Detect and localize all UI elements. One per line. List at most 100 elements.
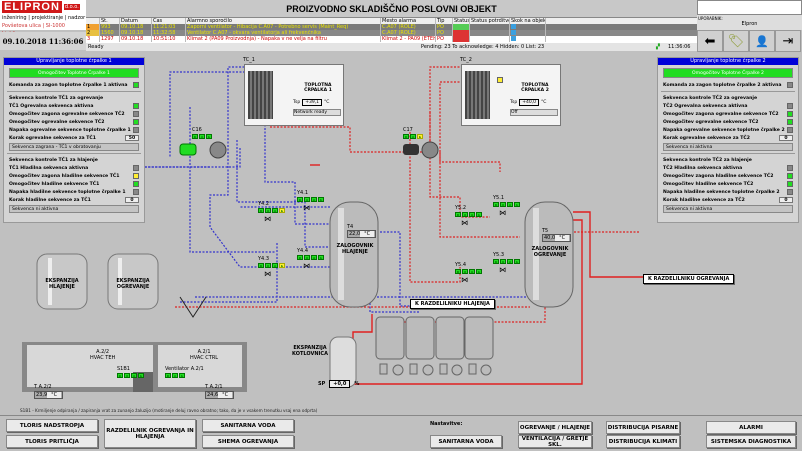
tc2-tsp-label: Tsp xyxy=(510,100,518,105)
row-label: Omogočitev hladilne sekvence TČ2 xyxy=(663,181,754,187)
link-to-cooling-distributor[interactable]: K RAZDELILNIKU HLAJENJA xyxy=(410,299,495,309)
alarm-status-icon xyxy=(453,36,470,42)
logout-button[interactable]: ⇥ xyxy=(775,30,801,52)
back-button[interactable]: ⬅ xyxy=(697,30,723,52)
tc1-tsp-label: Tsp xyxy=(293,100,301,105)
nav-shema-ogrevanja[interactable]: SHEMA OGREVANJA xyxy=(202,435,294,448)
nav-alarmi[interactable]: ALARMI xyxy=(706,421,796,434)
valve-icon[interactable]: ⋈ xyxy=(461,219,468,227)
settings-ogrevanje-hlajenje[interactable]: OGREVANJE / HLAJENJE xyxy=(518,421,592,434)
row-label: Komanda za zagon toplotne črpalke 1 akti… xyxy=(9,82,128,88)
status-flag: A xyxy=(311,255,317,260)
valve-y41-label: Y4.1 xyxy=(297,190,309,196)
nav-sanitarna-voda[interactable]: SANITARNA VODA xyxy=(202,419,294,432)
status-flag: A xyxy=(272,208,278,213)
link-to-heating-distributor[interactable]: K RAZDELILNIKU OGREVANJA xyxy=(643,274,735,284)
status-led xyxy=(133,165,139,171)
valve-y44-label: Y4.4 xyxy=(297,248,309,254)
alarm-place: Klimat 2 - PA09 (ETEH) xyxy=(382,36,436,42)
heat-pump-2[interactable]: TOPLOTNA ČRPALKA 2 Tsp +40,0 °C Off xyxy=(461,64,561,126)
enable-heat-pump-button[interactable]: Omogočitev Toplotne Črpalke 2 xyxy=(663,68,793,78)
valve-y51-label: Y5.1 xyxy=(493,195,505,201)
valve-y42-label: Y4.2 xyxy=(258,201,270,207)
settings-distribucija-pisarne[interactable]: DISTRIBUCIJA PISARNE xyxy=(606,421,680,434)
user-settings-button[interactable]: 👤 xyxy=(749,30,775,52)
row-label: Komanda za zagon toplotne črpalke 2 akti… xyxy=(663,82,782,88)
status-flag: A xyxy=(507,259,513,264)
valve-y44-status[interactable]: D0Ab xyxy=(297,255,325,260)
status-flag: 0 xyxy=(500,202,506,207)
cooling-step-value: 0 xyxy=(125,197,139,203)
valve-icon[interactable]: ⋈ xyxy=(303,262,310,270)
settings-sanitarna-voda[interactable]: SANITARNA VODA xyxy=(430,435,502,448)
ready-text: Ready xyxy=(88,44,104,50)
valve-icon[interactable]: ⋈ xyxy=(264,270,271,278)
status-flag: D xyxy=(493,202,499,207)
valve-icon[interactable]: ⋈ xyxy=(461,276,468,284)
jump-icon[interactable] xyxy=(511,24,516,29)
pump-c17-motor xyxy=(403,144,419,155)
valve-icon[interactable]: ⋈ xyxy=(499,266,506,274)
fan-grille xyxy=(248,71,273,119)
sequence-status-row: Napaka hladilne sekvence toplotne črpalk… xyxy=(4,188,144,196)
alarm-idx: 3 xyxy=(86,36,100,42)
row-label: TČ2 Ogrevalna sekvenca aktivna xyxy=(663,103,748,109)
alarm-table[interactable]: Št. Datum Čas Alarmno sporočilo Mesto al… xyxy=(86,18,697,43)
sequence-status-row: Napaka hladilne sekvence toplotne črpalk… xyxy=(658,188,798,196)
enable-heat-pump-button[interactable]: Omogočitev Toplotne Črpalke 1 xyxy=(9,68,139,78)
sequence-status-row: Omogočitev hladilne sekvence TČ1 xyxy=(4,180,144,188)
valve-y53-status[interactable]: D0Ab xyxy=(493,259,521,264)
heat-pump-1-control-panel: Upravljanje toplotne črpalke 1 Omogočite… xyxy=(3,57,145,223)
ta22-unit: °C xyxy=(47,392,62,398)
status-flag: A xyxy=(507,202,513,207)
t4-name: ZALOGOVNIK HLAJENJE xyxy=(336,243,374,255)
sequence-status-row: Napaka ogrevalne sekvence toplotne črpal… xyxy=(658,126,798,134)
boilers xyxy=(375,316,494,376)
jump-icon[interactable] xyxy=(511,36,516,41)
valve-y42-status[interactable]: D0Ab xyxy=(258,208,286,213)
sequence-status-row: Omogočitev zagona hladilne sekvence TČ1 xyxy=(4,172,144,180)
pump-c16-motor xyxy=(179,143,197,156)
status-flag: D xyxy=(258,263,264,268)
valve-y51-status[interactable]: D0Ab xyxy=(493,202,521,207)
valve-icon[interactable]: ⋈ xyxy=(499,209,506,217)
alarm-row[interactable]: 3 1297 09.10.18 10:51:10 Klimat 2 (PA09 … xyxy=(86,36,697,42)
tc2-unit: °C xyxy=(541,100,547,105)
sequence-status-row: TČ1 Hladilna sekvenca aktivna xyxy=(4,164,144,172)
user-settings-icon: 👤 xyxy=(755,34,769,48)
valve-y54-status[interactable]: D0Ab xyxy=(455,269,483,274)
valve-y52-status[interactable]: D0Ab xyxy=(455,212,483,217)
status-flag: b xyxy=(279,263,285,268)
pump-c16 xyxy=(209,141,227,159)
tc2-warning-led xyxy=(497,77,503,83)
user-name: Elpron xyxy=(741,21,758,27)
nav-tloris-nadstropja[interactable]: TLORIS NADSTROPJA xyxy=(6,419,98,432)
settings-distribucija-klimati[interactable]: DISTRIBUCIJA KLIMATI xyxy=(606,435,680,448)
settings-ventilacija[interactable]: VENTILACIJA / GRETJE SKL. xyxy=(518,435,592,448)
pump-c17-status: DAb xyxy=(403,134,423,139)
valve-y41-status[interactable]: D0Ab xyxy=(297,197,325,202)
sequence-status-row: Omogočitev zagona hladilne sekvence TČ2 xyxy=(658,172,798,180)
logout-icon: ⇥ xyxy=(782,33,794,49)
valve-icon[interactable]: ⋈ xyxy=(303,204,310,212)
elipron-logo: ELIPRON d.o.o. xyxy=(0,0,86,14)
nav-sistemska-diagnostika[interactable]: SISTEMSKA DIAGNOSTIKA xyxy=(706,435,796,448)
status-led xyxy=(787,111,793,117)
nav-razdelilnik[interactable]: RAZDELILNIK OGREVANJA IN HLAJENJA xyxy=(104,419,196,448)
row-label: Korak hladilne sekvence za TČ1 xyxy=(9,197,91,203)
sp-value[interactable]: +0,0 xyxy=(329,380,351,388)
status-led xyxy=(133,111,139,117)
valve-icon[interactable]: ⋈ xyxy=(264,215,271,223)
fan-a21-label: Ventilator A.2/1 xyxy=(165,366,204,372)
valve-y43-status[interactable]: D0Ab xyxy=(258,263,286,268)
alarm-date: 09.10.18 xyxy=(120,36,152,42)
jump-icon[interactable] xyxy=(511,30,516,35)
t4-unit: °C xyxy=(360,231,375,237)
status-led xyxy=(787,165,793,171)
heat-pump-1[interactable]: TOPLOTNA ČRPALKA 1 Tsp +39,1 °C Network re… xyxy=(244,64,344,126)
logo-suffix: d.o.o. xyxy=(63,4,80,10)
tag-button[interactable]: 🏷 xyxy=(723,30,749,52)
status-led xyxy=(133,103,139,109)
nav-tloris-pritlicja[interactable]: TLORIS PRITLIČJA xyxy=(6,435,98,448)
ta21-label: T A.2/1 xyxy=(205,384,223,390)
